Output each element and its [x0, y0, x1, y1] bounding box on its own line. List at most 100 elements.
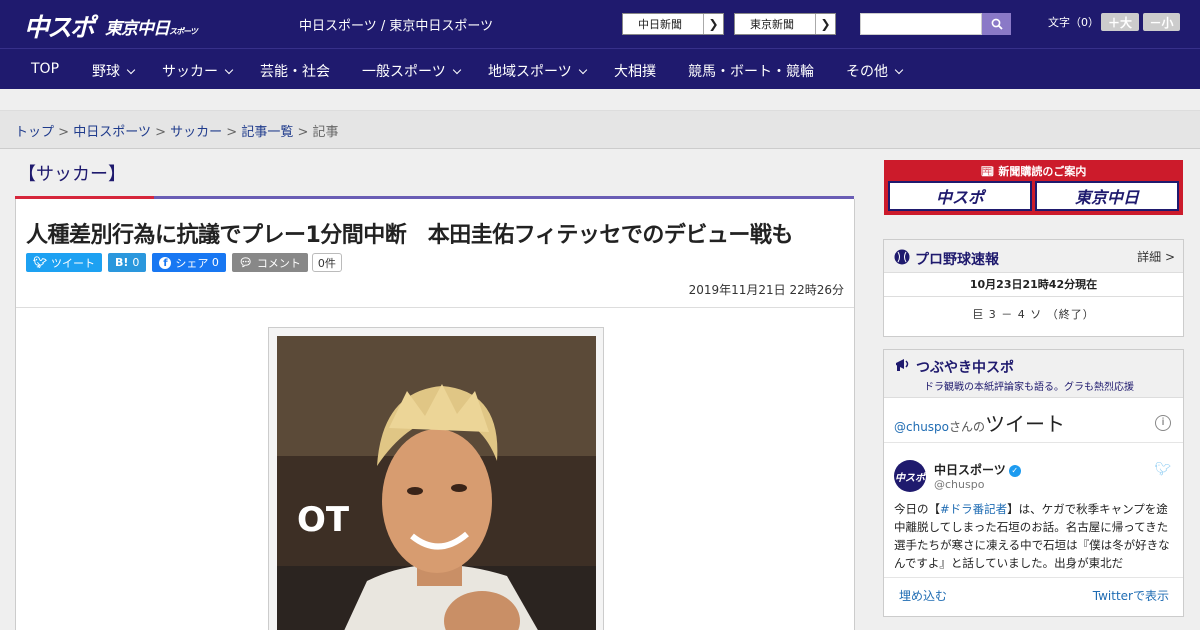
- nav-item-entertainment[interactable]: 芸能・社会: [260, 61, 330, 81]
- tweet-text: 今日の【#ドラ番記者】は、ケガで秋季キャンプを途中離脱してしまった石垣のお話。名…: [894, 500, 1174, 572]
- article-photo[interactable]: OT: [277, 336, 596, 630]
- top-header: 中スポ 東京中日スポーツ 中日スポーツ / 東京中日スポーツ 中日新聞 ❯ 東京…: [0, 0, 1200, 48]
- chunichi-shimbun-link[interactable]: 中日新聞 ❯: [622, 13, 724, 35]
- hatena-bookmark-button[interactable]: B! 0: [107, 253, 147, 272]
- score-updated-time: 10月23日21時42分現在: [884, 273, 1183, 297]
- twitter-bird-icon[interactable]: 🐦︎: [1154, 462, 1171, 477]
- breadcrumb-separator: >: [155, 125, 166, 140]
- breadcrumb-link-soccer[interactable]: サッカー: [170, 125, 222, 140]
- tweets-by-heading: @chuspoさんのツイート: [894, 408, 1065, 437]
- chevron-down-icon: [578, 65, 587, 75]
- article-headline: 人種差別行為に抗議でプレー1分間中断 本田圭佑フィテッセでのデビュー戦も: [26, 223, 793, 248]
- avatar[interactable]: 中スポ: [894, 460, 926, 492]
- nav-item-racing[interactable]: 競馬・ボート・競輪: [688, 61, 814, 81]
- tweet-text-prefix: 今日の【: [894, 502, 940, 516]
- comment-count: 0件: [311, 253, 342, 272]
- divider: [884, 442, 1183, 443]
- nav-item-label: その他: [846, 64, 888, 80]
- divider: [16, 307, 854, 308]
- photo-background-text: OT: [297, 500, 350, 540]
- chevron-right-icon: ❯: [815, 14, 835, 34]
- breadcrumb-link-top[interactable]: トップ: [15, 125, 54, 140]
- chevron-down-icon: [452, 65, 461, 75]
- share-buttons: 🐦︎ ツイート B! 0 f シェア 0 💬︎ コメント 0件: [26, 253, 342, 272]
- nav-item-baseball[interactable]: 野球: [92, 61, 136, 81]
- chevron-right-icon: ❯: [703, 14, 723, 34]
- comment-button[interactable]: 💬︎ コメント: [231, 253, 308, 272]
- twitter-panel: つぶやき中スポ ドラ観戦の本紙評論家も語る。グラも熱烈応援 @chuspoさんの…: [883, 349, 1184, 617]
- nav-item-soccer[interactable]: サッカー: [162, 61, 234, 81]
- tweet-account-handle[interactable]: @chuspo: [934, 478, 984, 491]
- tokyo-shimbun-link[interactable]: 東京新聞 ❯: [734, 13, 836, 35]
- twitter-panel-header: つぶやき中スポ ドラ観戦の本紙評論家も語る。グラも熱烈応援: [884, 350, 1183, 398]
- subscription-banner: 📰︎ 新聞購読のご案内 中スポ 東京中日: [884, 160, 1183, 215]
- info-icon[interactable]: i: [1155, 415, 1171, 431]
- tweets-by-word: ツイート: [985, 412, 1066, 436]
- breadcrumb-link-article-list[interactable]: 記事一覧: [241, 125, 293, 140]
- facebook-icon: f: [159, 256, 172, 269]
- hatena-bookmark-icon: B!: [114, 256, 129, 269]
- article-category: 【サッカー】: [18, 164, 126, 185]
- baseball-title: プロ野球速報: [915, 252, 999, 268]
- nav-item-label: 大相撲: [614, 64, 656, 80]
- facebook-share-button[interactable]: f シェア 0: [152, 253, 226, 272]
- logo-chuspo[interactable]: 中スポ: [24, 8, 95, 44]
- font-smaller-button[interactable]: －小: [1143, 13, 1180, 31]
- font-larger-button[interactable]: ＋大: [1101, 13, 1139, 31]
- logo-tokyo-chunichi-small: スポーツ: [169, 26, 198, 36]
- breadcrumb-link-chunichi-sports[interactable]: 中日スポーツ: [73, 125, 151, 140]
- tweet-label: ツイート: [50, 256, 95, 270]
- tokyo-shimbun-label: 東京新聞: [750, 18, 794, 31]
- logo-tokyo-chunichi[interactable]: 東京中日スポーツ: [105, 14, 198, 39]
- breadcrumb-bar: トップ > 中日スポーツ > サッカー > 記事一覧 > 記事: [0, 111, 1200, 149]
- twitter-panel-footer: 埋め込む Twitterで表示: [884, 577, 1183, 613]
- tweets-by-handle[interactable]: @chuspo: [894, 420, 949, 434]
- breadcrumb-current: 記事: [312, 125, 339, 140]
- embed-link[interactable]: 埋め込む: [899, 587, 947, 604]
- verified-icon: ✓: [1008, 464, 1021, 477]
- breadcrumb-separator: >: [226, 125, 238, 140]
- tweet-account-name-text: 中日スポーツ: [934, 463, 1006, 477]
- chunichi-shimbun-label: 中日新聞: [638, 18, 682, 31]
- newspaper-icon: 📰︎: [980, 165, 995, 178]
- subscription-title: 📰︎ 新聞購読のご案内: [884, 163, 1183, 179]
- chevron-down-icon: [894, 65, 904, 75]
- logo-tokyo-chunichi-text: 東京中日: [105, 18, 170, 39]
- site-logo[interactable]: 中スポ 東京中日スポーツ: [24, 8, 198, 44]
- comment-label: コメント: [256, 256, 301, 270]
- nav-item-other[interactable]: その他: [846, 61, 904, 81]
- tweet-button[interactable]: 🐦︎ ツイート: [26, 253, 102, 272]
- nav-item-label: 野球: [92, 64, 120, 80]
- article-photo-frame: OT: [268, 327, 604, 630]
- article-date: 2019年11月21日 22時26分: [688, 283, 844, 297]
- tweet-hashtag-link[interactable]: #ドラ番記者: [940, 502, 1007, 516]
- ad-strip: [0, 89, 1200, 111]
- nav-item-top[interactable]: TOP: [31, 61, 59, 77]
- nav-item-label: 競馬・ボート・競輪: [688, 64, 814, 80]
- font-size-label: 文字（0）: [1048, 16, 1099, 29]
- baseball-scores-panel: プロ野球速報 詳細 > 10月23日21時42分現在 巨 3 － 4 ソ （終了…: [883, 239, 1184, 337]
- baseball-detail-link[interactable]: 詳細 >: [1137, 248, 1175, 265]
- nav-item-local-sports[interactable]: 地域スポーツ: [488, 61, 587, 81]
- tweet-account-name[interactable]: 中日スポーツ ✓: [934, 461, 1021, 478]
- subscribe-tokyo-chunichi-button[interactable]: 東京中日: [1035, 181, 1179, 211]
- subscribe-chuspo-button[interactable]: 中スポ: [888, 181, 1032, 211]
- megaphone-icon: [896, 359, 909, 371]
- search-input[interactable]: [860, 13, 982, 35]
- site-name[interactable]: 中日スポーツ / 東京中日スポーツ: [299, 15, 493, 34]
- view-on-twitter-link[interactable]: Twitterで表示: [1093, 587, 1169, 604]
- nav-item-general-sports[interactable]: 一般スポーツ: [362, 61, 461, 81]
- baseball-icon: [894, 249, 910, 265]
- breadcrumb: トップ > 中日スポーツ > サッカー > 記事一覧 > 記事: [15, 121, 339, 140]
- nav-item-label: サッカー: [162, 64, 218, 80]
- hatena-count: 0: [132, 256, 140, 269]
- nav-item-sumo[interactable]: 大相撲: [614, 61, 656, 81]
- subscription-title-text: 新聞購読のご案内: [998, 165, 1087, 178]
- speech-bubble-icon: 💬︎: [238, 256, 253, 269]
- chevron-down-icon: [126, 65, 136, 75]
- game-score[interactable]: 巨 3 － 4 ソ （終了）: [884, 297, 1183, 333]
- nav-item-label: 一般スポーツ: [362, 64, 446, 80]
- tsubuyaki-subtitle: ドラ観戦の本紙評論家も語る。グラも熱烈応援: [924, 382, 1134, 393]
- search-button[interactable]: [982, 13, 1011, 35]
- breadcrumb-separator: >: [58, 125, 70, 140]
